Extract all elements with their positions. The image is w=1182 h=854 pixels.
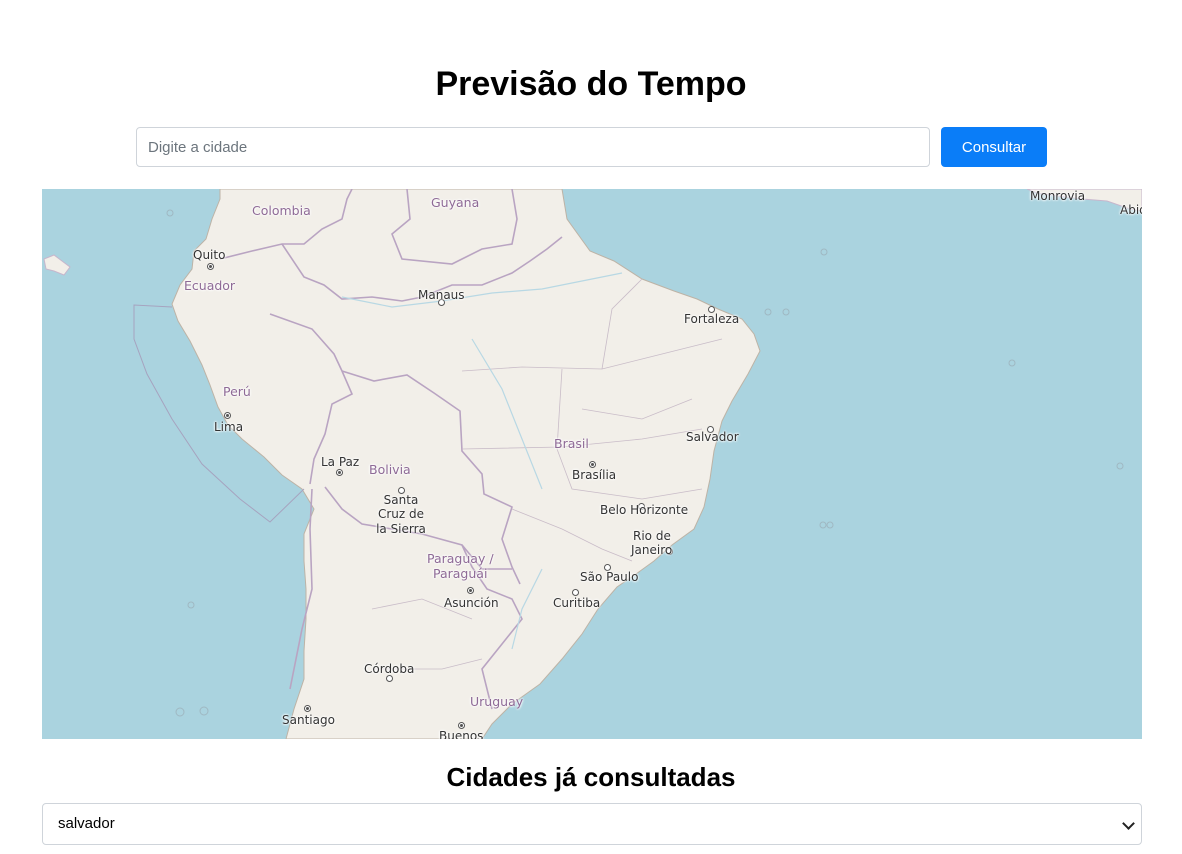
map-label-paraguay-line2: Paraguái xyxy=(433,566,488,581)
city-marker-asuncion xyxy=(467,587,474,594)
map-label-asuncion: Asunción xyxy=(444,596,499,610)
map-label-salvador: Salvador xyxy=(686,430,739,444)
weather-map[interactable]: Colombia Guyana Ecuador Perú Bolivia Bra… xyxy=(42,189,1142,739)
history-selected-value: salvador xyxy=(58,815,115,832)
city-marker-la-paz xyxy=(336,469,343,476)
city-marker-cordoba xyxy=(386,675,393,682)
city-marker-lima xyxy=(224,412,231,419)
map-label-abidjan: Abid xyxy=(1120,203,1142,217)
page-title: Previsão do Tempo xyxy=(435,65,747,103)
city-marker-brasilia xyxy=(589,461,596,468)
map-label-santa-cruz-1: Santa xyxy=(383,493,419,507)
map-label-bolivia: Bolivia xyxy=(369,462,411,477)
city-marker-curitiba xyxy=(572,589,579,596)
map-label-buenos-aires: Buenos xyxy=(439,729,484,739)
map-label-curitiba: Curitiba xyxy=(553,596,601,610)
map-label-guyana: Guyana xyxy=(431,195,480,210)
map-label-santa-cruz-2: Cruz de xyxy=(377,507,425,521)
map-label-paraguay-line1: Paraguay / xyxy=(427,551,494,566)
city-marker-buenos-aires xyxy=(458,722,465,729)
map-label-la-paz: La Paz xyxy=(321,455,360,469)
map-label-cordoba: Córdoba xyxy=(364,662,415,676)
map-label-santiago: Santiago xyxy=(282,713,335,727)
map-label-brasilia: Brasília xyxy=(572,468,617,482)
map-label-brasil: Brasil xyxy=(554,436,589,451)
consult-button[interactable]: Consultar xyxy=(941,127,1047,167)
map-label-lima: Lima xyxy=(214,420,244,434)
map-label-ecuador: Ecuador xyxy=(184,278,236,293)
map-label-santa-cruz-3: la Sierra xyxy=(376,522,426,536)
map-label-rio-2: Janeiro xyxy=(631,543,673,557)
city-marker-santiago xyxy=(304,705,311,712)
map-label-monrovia: Monrovia xyxy=(1030,189,1086,203)
map-label-uruguay: Uruguay xyxy=(470,694,524,709)
chevron-down-icon xyxy=(1122,817,1135,830)
map-label-manaus: Manaus xyxy=(418,288,465,302)
city-search-input[interactable] xyxy=(136,127,930,167)
map-label-quito: Quito xyxy=(193,248,226,262)
map-label-fortaleza: Fortaleza xyxy=(684,312,740,326)
city-marker-quito xyxy=(207,263,214,270)
history-select[interactable]: salvador xyxy=(42,803,1142,845)
map-label-belo-horizonte: Belo Horizonte xyxy=(600,503,689,517)
history-title: Cidades já consultadas xyxy=(446,762,736,792)
map-label-sao-paulo: São Paulo xyxy=(580,570,639,584)
map-label-rio-1: Rio de xyxy=(633,529,671,543)
map-label-peru: Perú xyxy=(223,384,251,399)
map-label-colombia: Colombia xyxy=(252,203,311,218)
